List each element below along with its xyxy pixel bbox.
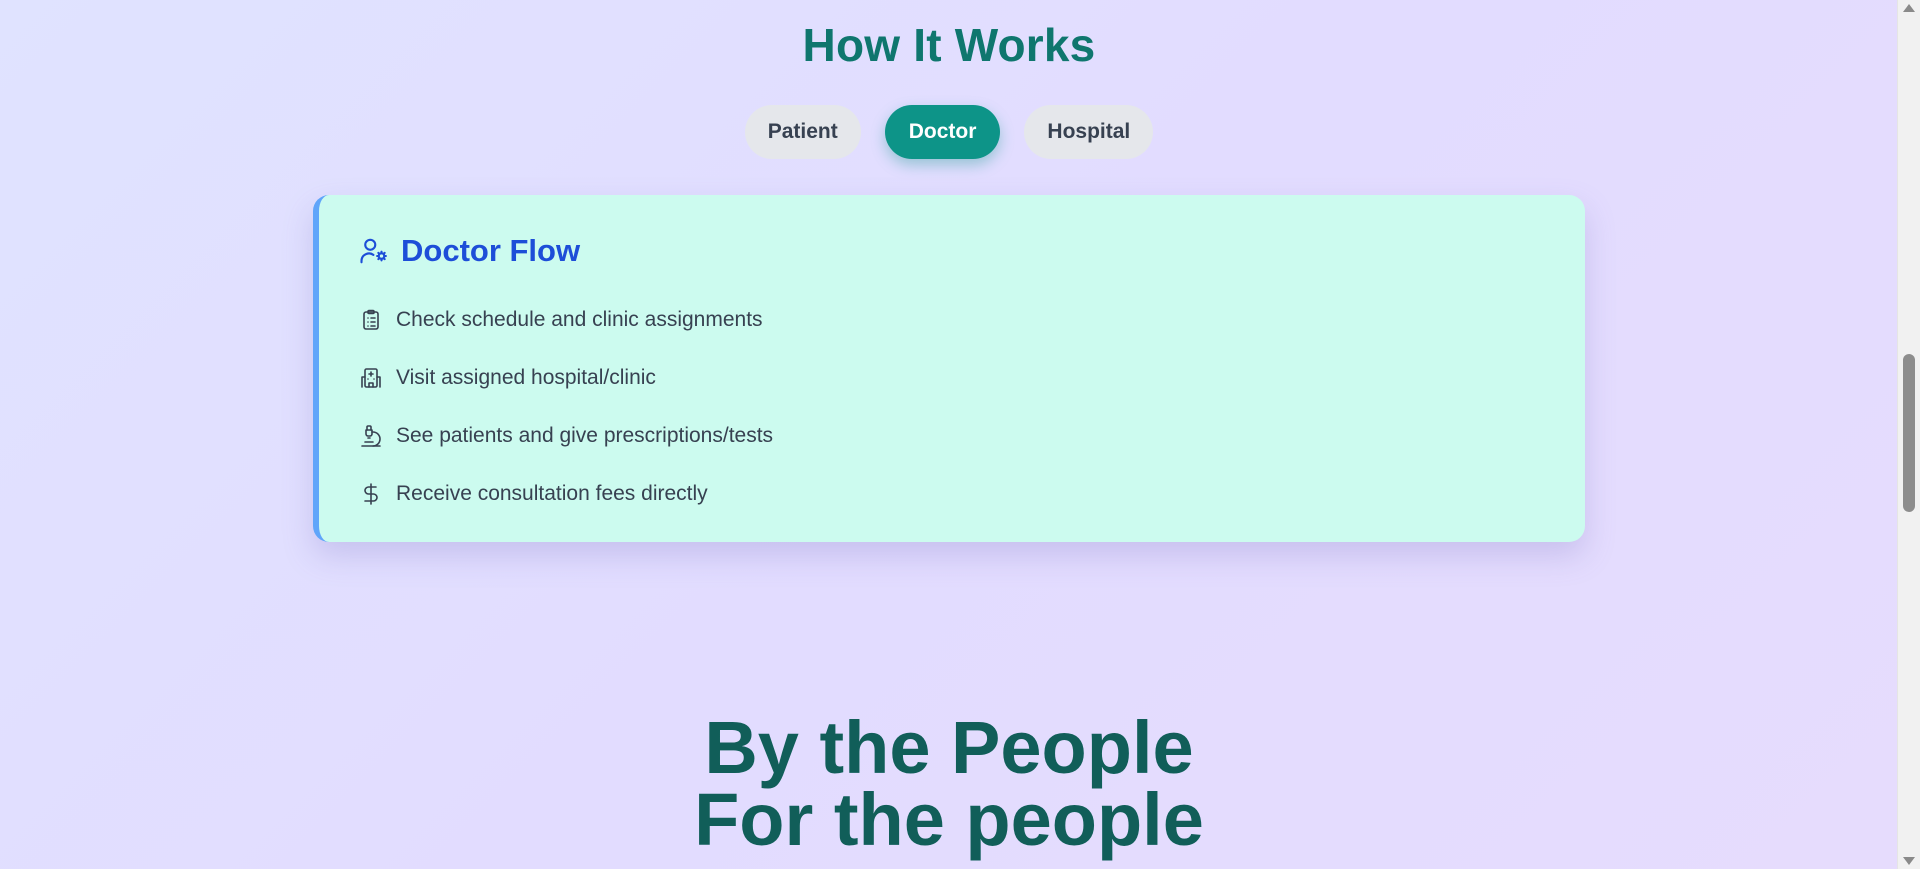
- doctor-flow-card: Doctor Flow Check schedule and clinic as…: [313, 195, 1585, 542]
- clipboard-list-icon: [359, 308, 383, 332]
- section-title: How It Works: [802, 19, 1096, 71]
- list-item: Check schedule and clinic assignments: [359, 291, 773, 349]
- list-item: Visit assigned hospital/clinic: [359, 349, 773, 407]
- user-gear-icon: [359, 236, 389, 266]
- scroll-up-arrow-icon[interactable]: [1903, 4, 1915, 12]
- step-text: See patients and give prescriptions/test…: [396, 424, 774, 447]
- flow-title: Doctor Flow: [401, 233, 581, 268]
- flow-steps: Check schedule and clinic assignments Vi…: [359, 291, 773, 523]
- tab-patient[interactable]: Patient: [744, 105, 861, 159]
- step-text: Receive consultation fees directly: [396, 482, 708, 505]
- page: How It Works Patient Doctor Hospital Doc…: [0, 0, 1898, 869]
- tab-doctor[interactable]: Doctor: [884, 105, 1001, 159]
- tagline-line-2: For the people: [694, 778, 1204, 861]
- role-tabs: Patient Doctor Hospital: [0, 105, 1898, 159]
- list-item: See patients and give prescriptions/test…: [359, 407, 773, 465]
- scrollbar-thumb[interactable]: [1903, 354, 1915, 512]
- flow-header: Doctor Flow: [359, 233, 580, 269]
- tagline-heading: By the People For the people: [0, 706, 1898, 861]
- dollar-sign-icon: [359, 482, 383, 506]
- vertical-scrollbar[interactable]: [1897, 0, 1920, 869]
- list-item: Receive consultation fees directly: [359, 465, 773, 523]
- step-text: Visit assigned hospital/clinic: [396, 366, 656, 389]
- tagline-line-1: By the People: [704, 706, 1194, 789]
- tab-hospital[interactable]: Hospital: [1024, 105, 1154, 159]
- microscope-icon: [359, 424, 383, 448]
- hospital-building-icon: [359, 366, 383, 390]
- step-text: Check schedule and clinic assignments: [396, 308, 763, 331]
- scroll-down-arrow-icon[interactable]: [1903, 857, 1915, 865]
